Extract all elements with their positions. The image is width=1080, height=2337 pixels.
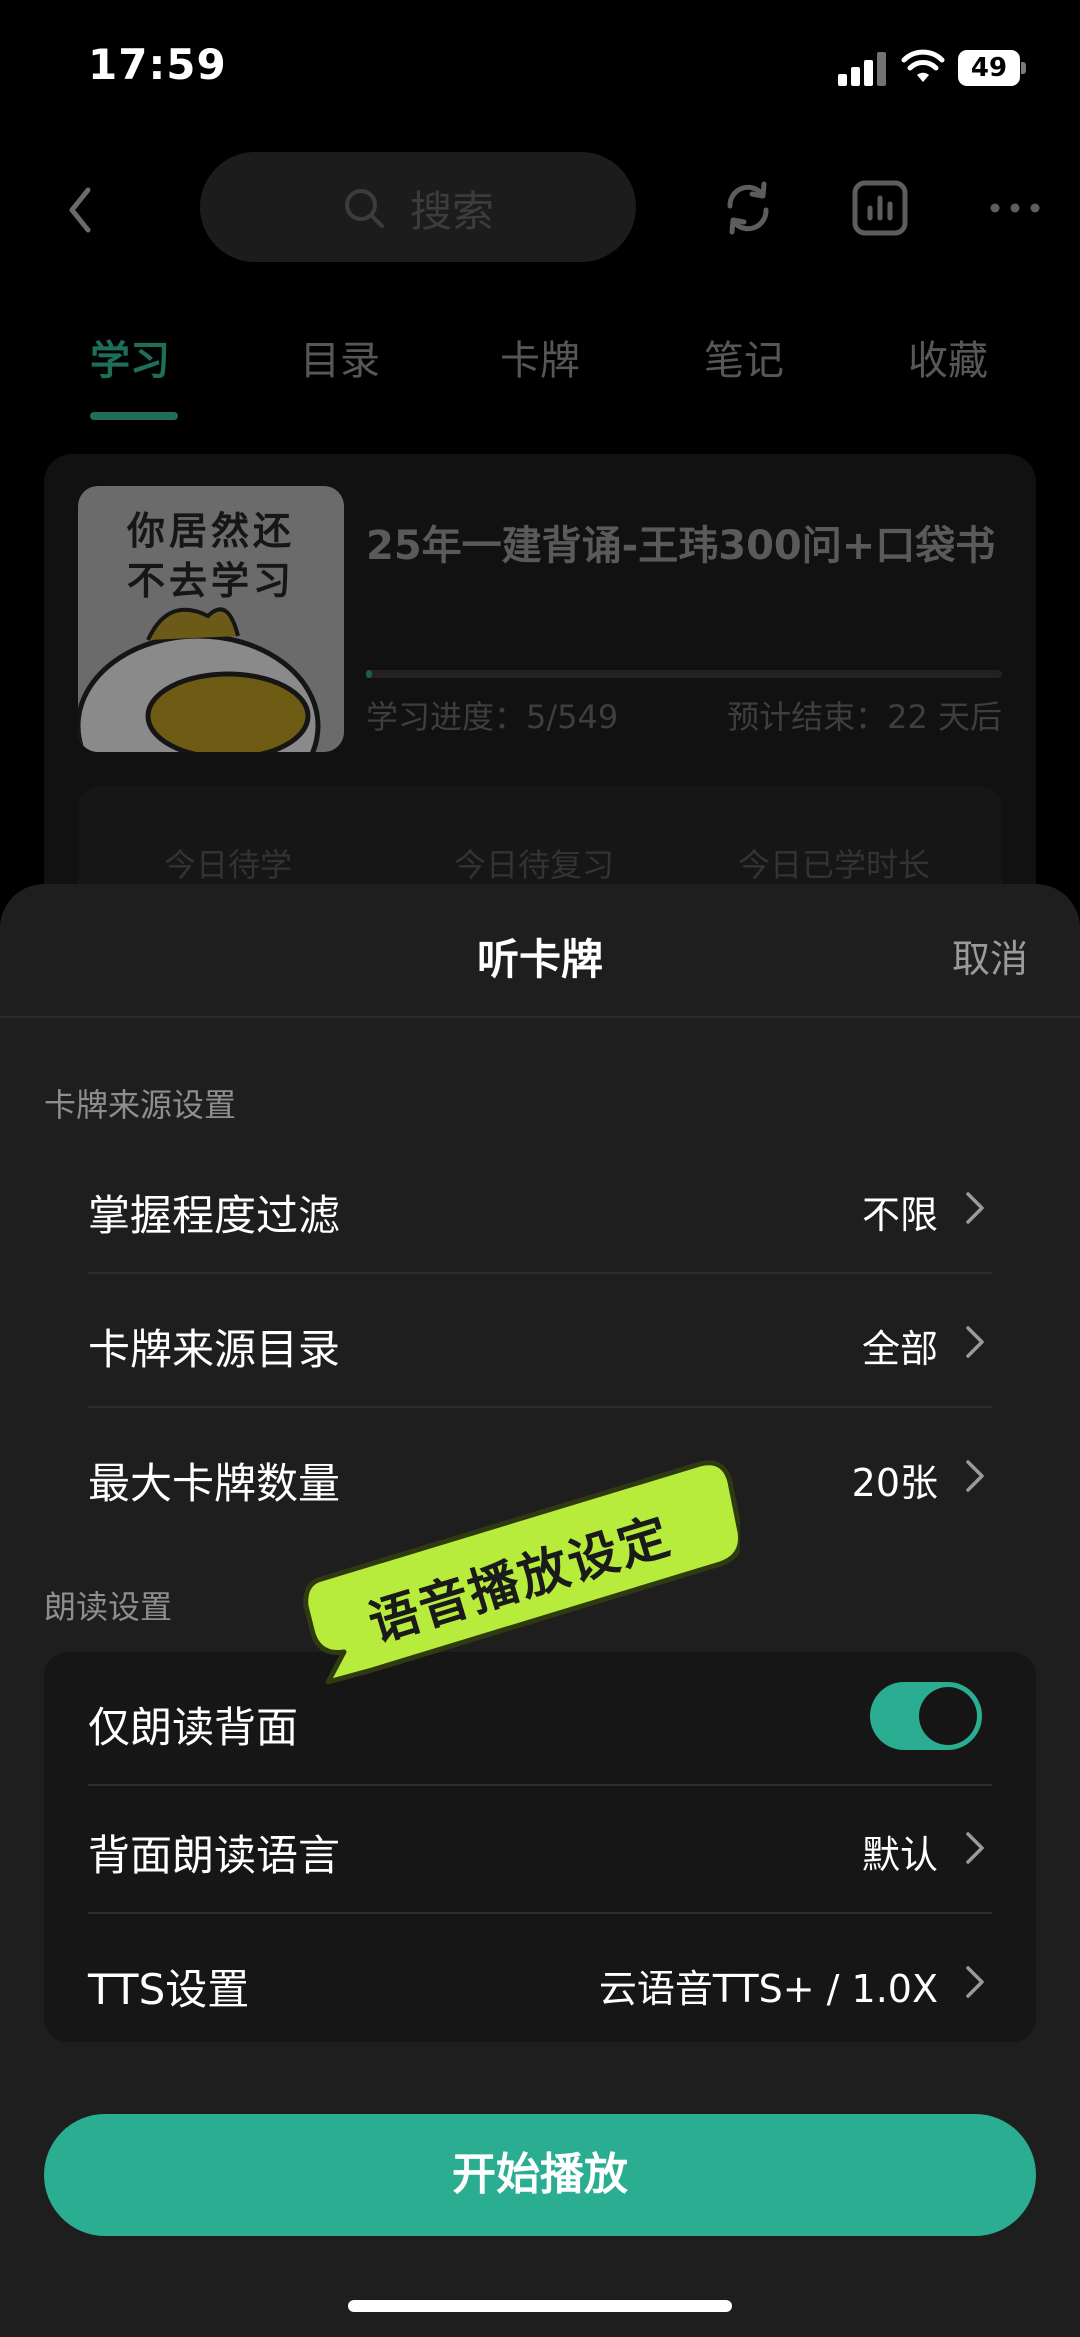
row-label: 卡牌来源目录 — [88, 1325, 341, 1374]
stat-to-review: 今日待复习 — [454, 846, 615, 884]
back-reading-language-row[interactable]: 背面朗读语言 默认 — [88, 1780, 992, 1914]
back-chevron-icon[interactable] — [62, 180, 102, 240]
row-label: TTS设置 — [88, 1965, 250, 2014]
read-back-only-toggle[interactable] — [870, 1682, 982, 1750]
sheet-header: 听卡牌 取消 — [0, 884, 1080, 1018]
chevron-right-icon — [966, 1326, 984, 1358]
tab-favorites[interactable]: 收藏 — [908, 328, 988, 386]
chevron-right-icon — [966, 1966, 984, 1998]
mastery-filter-row[interactable]: 掌握程度过滤 不限 — [88, 1140, 992, 1274]
course-cover-image: 你居然还 不去学习 — [78, 486, 344, 752]
row-value: 20张 — [851, 1461, 938, 1505]
row-value: 默认 — [861, 1833, 938, 1877]
course-card[interactable]: 你居然还 不去学习 25年一建背诵-王玮300问+口袋书 学习进度：5/549 … — [44, 454, 1036, 954]
stat-time-studied: 今日已学时长 — [738, 846, 931, 884]
chevron-right-icon — [966, 1192, 984, 1224]
reading-settings-card: 仅朗读背面 背面朗读语言 默认 TTS设置 云语音TTS+ / 1.0X — [44, 1652, 1036, 2042]
row-label: 仅朗读背面 — [88, 1703, 299, 1752]
tab-cards[interactable]: 卡牌 — [500, 328, 580, 386]
background-app: 搜索 学习 目录 卡牌 笔记 收藏 你居然还 不去学习 25年一建背诵-王玮30… — [0, 0, 1080, 954]
search-icon — [345, 189, 384, 228]
tab-bar: 学习 目录 卡牌 笔记 收藏 — [0, 320, 1080, 430]
tab-notes[interactable]: 笔记 — [704, 328, 784, 386]
card-source-catalog-row[interactable]: 卡牌来源目录 全部 — [88, 1274, 992, 1408]
chevron-right-icon — [966, 1832, 984, 1864]
course-progress-bar — [366, 670, 1002, 678]
active-tab-indicator — [90, 412, 178, 420]
duck-mascot-icon — [78, 607, 321, 752]
course-eta-text: 预计结束：22 天后 — [727, 698, 1002, 736]
section-label-reading: 朗读设置 — [44, 1588, 173, 1626]
more-icon[interactable] — [985, 178, 1045, 238]
start-playback-button[interactable]: 开始播放 — [44, 2114, 1036, 2236]
cancel-button[interactable]: 取消 — [952, 928, 1028, 983]
stats-icon[interactable] — [850, 178, 910, 238]
annotation-sticker: 语音播放设定 — [300, 1420, 740, 1690]
toggle-knob — [919, 1687, 977, 1745]
row-value: 云语音TTS+ / 1.0X — [598, 1967, 938, 2011]
section-label-card-source: 卡牌来源设置 — [44, 1086, 237, 1124]
tab-catalog[interactable]: 目录 — [300, 328, 380, 386]
course-progress-text: 学习进度：5/549 — [366, 698, 619, 736]
row-label: 掌握程度过滤 — [88, 1191, 341, 1240]
tab-study[interactable]: 学习 — [90, 328, 170, 386]
course-progress-fill — [366, 670, 372, 678]
row-value: 不限 — [861, 1193, 938, 1237]
course-title: 25年一建背诵-王玮300问+口袋书 — [366, 523, 996, 569]
search-bar[interactable]: 搜索 — [200, 152, 636, 262]
sheet-title: 听卡牌 — [476, 935, 603, 984]
cover-text-line: 你居然还 — [126, 509, 295, 553]
row-label: 背面朗读语言 — [88, 1831, 341, 1880]
refresh-icon[interactable] — [718, 178, 778, 238]
search-placeholder: 搜索 — [410, 187, 495, 236]
home-indicator — [348, 2300, 732, 2312]
stat-to-learn: 今日待学 — [164, 846, 293, 884]
row-value: 全部 — [861, 1327, 938, 1371]
tts-settings-row[interactable]: TTS设置 云语音TTS+ / 1.0X — [88, 1914, 992, 2048]
chevron-right-icon — [966, 1460, 984, 1492]
